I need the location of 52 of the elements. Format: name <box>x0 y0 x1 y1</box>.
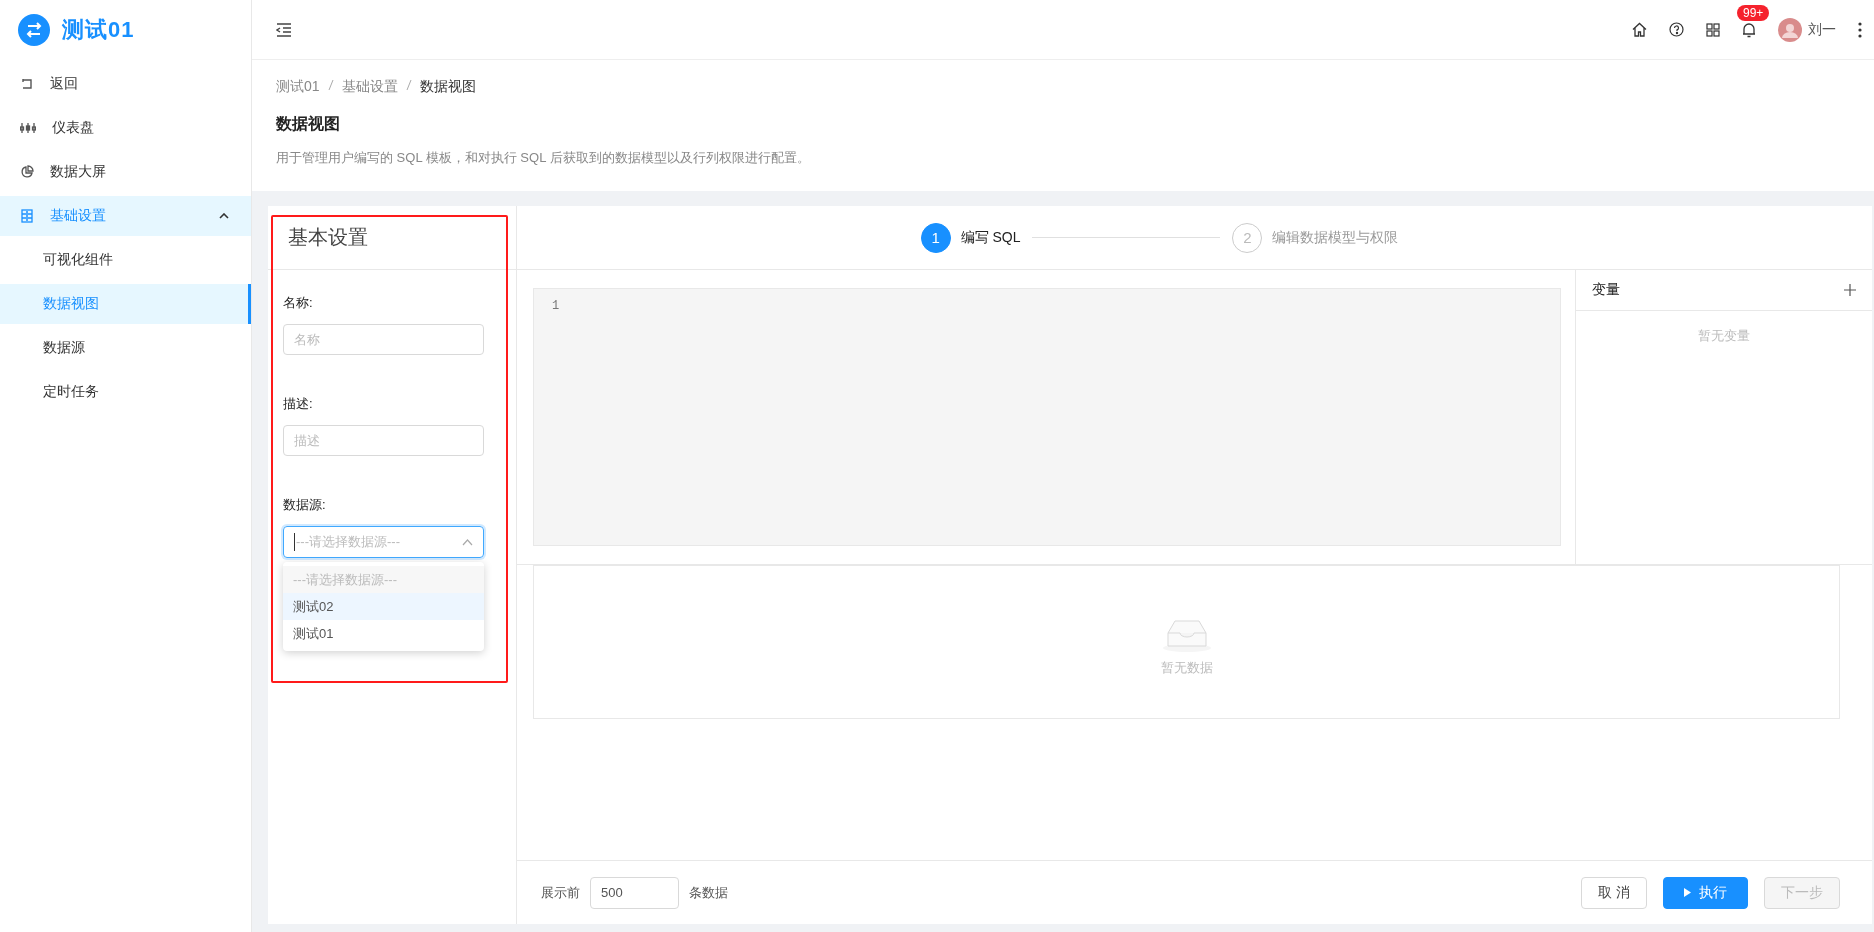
pie-chart-icon <box>20 165 34 179</box>
limit-field[interactable]: 500 <box>590 876 679 909</box>
avatar[interactable] <box>1778 17 1802 42</box>
breadcrumb-link[interactable]: 基础设置 <box>341 78 398 96</box>
line-number: 1 <box>552 299 561 313</box>
breadcrumb-link[interactable]: 测试01 <box>276 78 320 96</box>
menu-fold-icon[interactable] <box>276 22 292 37</box>
more-icon[interactable] <box>1858 21 1862 38</box>
variables-title: 变量 <box>1592 281 1620 299</box>
grid-icon[interactable] <box>1706 22 1720 37</box>
return-icon <box>20 77 34 91</box>
add-icon[interactable] <box>1844 284 1856 296</box>
home-icon[interactable] <box>1632 22 1647 37</box>
sidebar-label: 返回 <box>50 75 78 93</box>
separator-icon <box>327 78 334 92</box>
action-button[interactable]: 取 消 <box>1581 876 1647 909</box>
submenu-item[interactable]: 数据源 <box>0 328 251 368</box>
code-editor[interactable]: 1 <box>533 288 1561 546</box>
empty-text: 暂无数据 <box>1160 659 1213 677</box>
page-title: 数据视图 <box>276 114 341 134</box>
limit-label: 展示前 <box>541 883 580 902</box>
cabinet-icon <box>20 209 34 223</box>
panel-title: 基本设置 <box>268 206 516 270</box>
dropdown-option[interactable]: 测试01 <box>283 620 484 647</box>
text-field[interactable]: 名称 <box>283 324 484 355</box>
step[interactable]: 1 编写 SQL <box>920 222 1021 253</box>
notification-badge: 99+ <box>1737 4 1770 21</box>
page-description: 用于管理用户编写的 SQL 模板，和对执行 SQL 后获取到的数据模型以及行列权限进行配置。 <box>276 149 811 167</box>
user-name[interactable]: 刘一 <box>1808 20 1836 39</box>
logo-icon <box>18 14 50 46</box>
separator-icon <box>405 78 412 92</box>
sidebar-label: 数据大屏 <box>50 163 106 181</box>
submenu-item[interactable]: 可视化组件 <box>0 240 251 280</box>
help-icon[interactable] <box>1669 22 1684 37</box>
field-label: 名称: <box>283 294 314 312</box>
bell-icon[interactable] <box>1742 21 1756 38</box>
chevron-icon <box>462 538 473 546</box>
sliders-icon <box>20 121 36 135</box>
limit-label: 条数据 <box>689 883 728 902</box>
play-icon <box>1684 888 1691 897</box>
text-field[interactable]: 描述 <box>283 425 484 456</box>
sidebar-item[interactable]: 数据大屏 <box>0 152 251 192</box>
sidebar-label: 仪表盘 <box>52 119 94 137</box>
field-label: 描述: <box>283 395 314 413</box>
sidebar-item[interactable]: 仪表盘 <box>0 108 251 148</box>
submenu-item[interactable]: 定时任务 <box>0 372 251 412</box>
sidebar-label: 基础设置 <box>50 207 106 225</box>
empty-text: 暂无变量 <box>1697 327 1751 345</box>
field-label: 数据源: <box>283 496 327 514</box>
dropdown-option[interactable]: 测试02 <box>283 593 484 620</box>
app-title: 测试01 <box>62 16 135 44</box>
sidebar-item[interactable]: 返回 <box>0 64 251 104</box>
